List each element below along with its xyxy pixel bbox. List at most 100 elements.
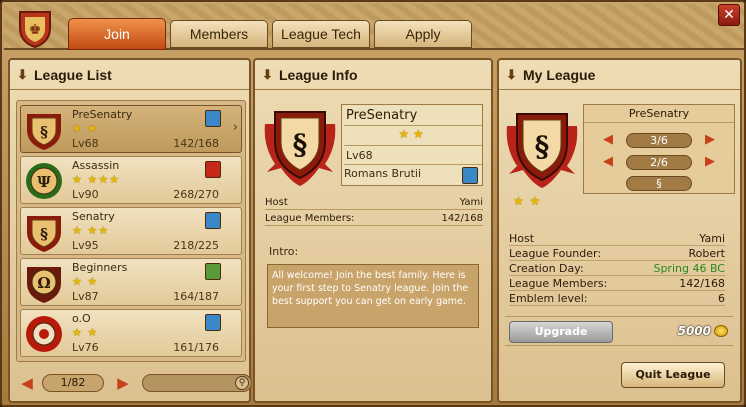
league-info-panel: ⬇ League Info § PreSenatry ★ ★ Lv68 Roma… xyxy=(253,58,493,403)
member-count: 161/176 xyxy=(173,341,219,354)
list-item[interactable]: o.O ★ ★ Lv76 161/176 xyxy=(20,309,242,357)
creation-value: Spring 46 BC xyxy=(653,262,725,275)
host-label: Host xyxy=(509,232,535,245)
race-blue-icon xyxy=(205,110,221,127)
upgrade-button[interactable]: Upgrade xyxy=(509,321,613,343)
tab-join[interactable]: Join xyxy=(68,18,166,50)
league-emblem-icon: § xyxy=(27,216,61,252)
star-rating: ★ ★★★ xyxy=(72,173,120,186)
member-count: 268/270 xyxy=(173,188,219,201)
next-option-button[interactable]: ▶ xyxy=(702,132,718,148)
league-info-card: PreSenatry ★ ★ Lv68 Romans Brutii xyxy=(341,104,483,186)
list-item[interactable]: § Senatry ★ ★★ Lv95 218/225 xyxy=(20,207,242,255)
svg-text:Ψ: Ψ xyxy=(37,173,51,191)
league-name: Beginners xyxy=(72,261,128,274)
league-name: PreSenatry xyxy=(584,105,734,123)
next-option-button[interactable]: ▶ xyxy=(702,154,718,170)
league-name: Assassin xyxy=(72,159,120,172)
emblem-shape-selector: 3/6 xyxy=(626,133,692,148)
league-name: PreSenatry xyxy=(72,108,133,121)
close-icon[interactable]: ✕ xyxy=(718,4,740,26)
league-level: Lv95 xyxy=(72,239,99,252)
emblem-symbol-selector[interactable]: § xyxy=(626,176,692,191)
league-list-header: ⬇ League List xyxy=(10,60,249,90)
intro-text: All welcome! Join the best family. Here … xyxy=(267,264,479,328)
upgrade-cost: 5000 xyxy=(677,324,711,338)
league-level: Lv90 xyxy=(72,188,99,201)
my-league-title: My League xyxy=(523,67,596,83)
members-row: League Members: 142/168 xyxy=(509,276,725,291)
league-list[interactable]: § PreSenatry ★ ★ Lv68 142/168 › Ψ Assass… xyxy=(16,100,246,362)
svg-text:§: § xyxy=(293,128,308,161)
arrow-down-icon: ⬇ xyxy=(262,67,273,82)
members-value: 142/168 xyxy=(441,213,483,224)
tab-members[interactable]: Members xyxy=(170,20,268,48)
list-item[interactable]: Ψ Assassin ★ ★★★ Lv90 268/270 xyxy=(20,156,242,204)
emblem-editor: PreSenatry ◀ 3/6 ▶ ◀ 2/6 ▶ § xyxy=(583,104,735,194)
page-indicator: 1/82 xyxy=(42,374,104,392)
league-emblem-icon: Ω xyxy=(27,267,61,303)
host-row: Host Yami xyxy=(265,195,483,210)
league-level: Lv68 xyxy=(72,137,99,150)
svg-text:Ω: Ω xyxy=(37,274,50,292)
founder-value: Robert xyxy=(688,247,725,260)
league-window: ♚ Join Members League Tech Apply ✕ ⬇ Lea… xyxy=(0,0,746,407)
list-item[interactable]: Ω Beginners ★ ★ Lv87 164/187 xyxy=(20,258,242,306)
host-row: Host Yami xyxy=(509,231,725,246)
member-count: 142/168 xyxy=(173,137,219,150)
league-emblem-icon: § xyxy=(27,114,61,150)
star-rating: ★ ★★ xyxy=(72,224,110,237)
tab-league-tech[interactable]: League Tech xyxy=(272,20,370,48)
intro-label: Intro: xyxy=(269,245,299,258)
race-red-icon xyxy=(205,161,221,178)
members-value: 142/168 xyxy=(679,277,725,290)
league-emblem-icon: Ψ xyxy=(26,163,62,199)
host-value: Yami xyxy=(459,197,483,208)
emblem-color-selector: 2/6 xyxy=(626,155,692,170)
svg-text:§: § xyxy=(535,130,550,163)
race-blue-icon xyxy=(205,314,221,331)
host-label: Host xyxy=(265,197,288,208)
prev-option-button[interactable]: ◀ xyxy=(600,132,616,148)
league-emblem-icon xyxy=(26,316,62,352)
league-crest-icon: ♚ xyxy=(19,11,51,48)
search-input[interactable]: ⚲ xyxy=(142,374,252,392)
league-info-header: ⬇ League Info xyxy=(255,60,491,90)
league-level: Lv87 xyxy=(72,290,99,303)
league-realm: Romans Brutii xyxy=(344,167,421,180)
race-blue-icon xyxy=(205,212,221,229)
race-green-icon xyxy=(205,263,221,280)
league-name: o.O xyxy=(72,312,91,325)
prev-page-button[interactable]: ◀ xyxy=(18,374,36,392)
members-label: League Members: xyxy=(265,213,355,224)
prev-option-button[interactable]: ◀ xyxy=(600,154,616,170)
next-page-button[interactable]: ▶ xyxy=(114,374,132,392)
star-rating: ★ ★ xyxy=(72,326,99,339)
svg-text:♚: ♚ xyxy=(29,22,42,38)
member-count: 164/187 xyxy=(173,290,219,303)
star-rating: ★ ★ xyxy=(72,275,99,288)
arrow-down-icon: ⬇ xyxy=(506,67,517,82)
member-count: 218/225 xyxy=(173,239,219,252)
svg-text:§: § xyxy=(40,225,48,243)
members-label: League Members: xyxy=(509,277,608,290)
my-league-panel: ⬇ My League § ★ ★ PreSenatry ◀ 3/6 ▶ ◀ 2… xyxy=(497,58,742,403)
quit-league-button[interactable]: Quit League xyxy=(621,362,725,388)
founder-label: League Founder: xyxy=(509,247,602,260)
tab-apply[interactable]: Apply xyxy=(374,20,472,48)
star-rating: ★ ★ xyxy=(398,127,424,141)
top-bar: ♚ Join Members League Tech Apply ✕ xyxy=(4,4,744,50)
search-icon[interactable]: ⚲ xyxy=(235,376,249,390)
star-rating: ★ ★ xyxy=(513,194,542,208)
league-info-title: League Info xyxy=(279,67,358,83)
league-emblem-icon: § xyxy=(506,113,578,188)
emblem-level-label: Emblem level: xyxy=(509,292,588,305)
race-blue-icon xyxy=(462,167,478,184)
upgrade-row: Upgrade 5000 xyxy=(505,316,733,346)
creation-row: Creation Day: Spring 46 BC xyxy=(509,261,725,276)
league-name: PreSenatry xyxy=(344,106,482,126)
league-emblem-icon: § xyxy=(264,111,336,186)
arrow-down-icon: ⬇ xyxy=(17,67,28,82)
list-item[interactable]: § PreSenatry ★ ★ Lv68 142/168 › xyxy=(20,105,242,153)
league-level: Lv76 xyxy=(72,341,99,354)
